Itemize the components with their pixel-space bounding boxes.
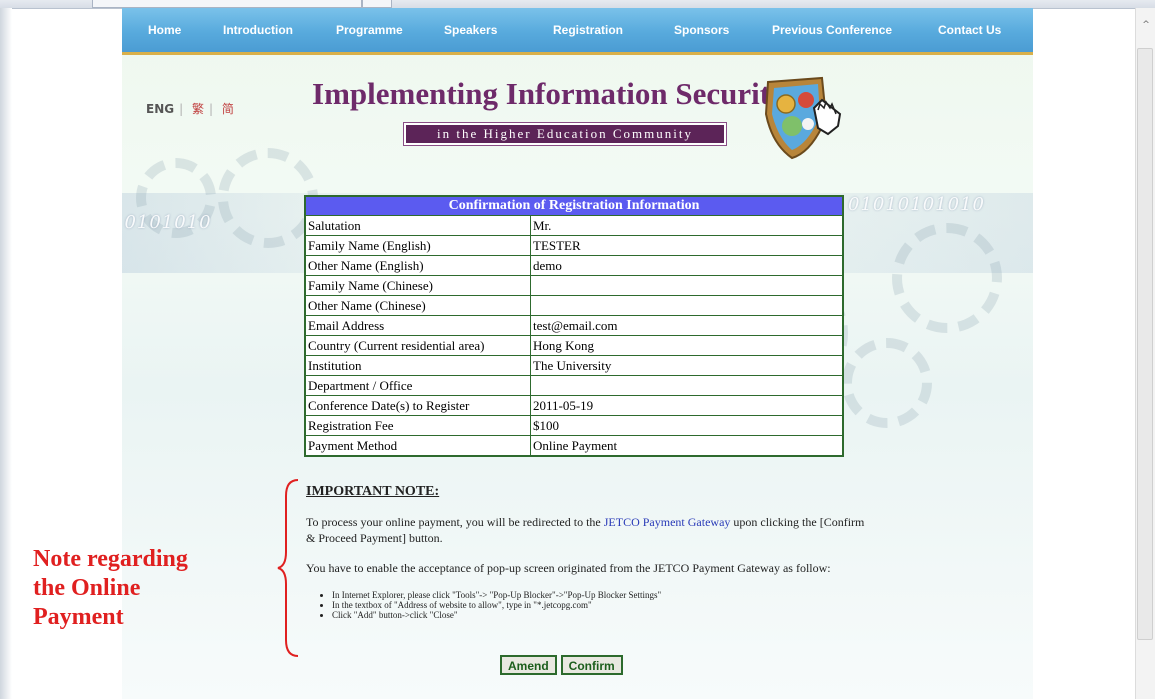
binary-decoration-left: 10101010	[122, 212, 212, 233]
table-row: Family Name (English) TESTER	[304, 235, 844, 256]
annotation-line: the Online	[33, 575, 141, 601]
nav-introduction[interactable]: Introduction	[223, 23, 293, 37]
nav-speakers[interactable]: Speakers	[444, 23, 497, 37]
annotation-callout: Note regarding the Online Payment	[33, 545, 188, 632]
nav-previous-conference[interactable]: Previous Conference	[772, 23, 892, 37]
window-edge	[0, 8, 12, 699]
field-label: Conference Date(s) to Register	[304, 395, 531, 416]
note-paragraph-redirect: To process your online payment, you will…	[306, 514, 866, 546]
registration-confirmation-table: Confirmation of Registration Information…	[304, 195, 844, 457]
list-item: In the textbox of "Address of website to…	[332, 600, 866, 610]
form-actions: Amend Confirm	[500, 655, 623, 675]
field-value: test@email.com	[530, 315, 844, 336]
amend-button[interactable]: Amend	[500, 655, 557, 675]
binary-decoration-right: 01010101010	[848, 194, 985, 215]
field-value: $100	[530, 415, 844, 436]
conference-title: Implementing Information Security	[312, 76, 786, 111]
important-note: IMPORTANT NOTE: To process your online p…	[306, 484, 866, 620]
field-label: Family Name (Chinese)	[304, 275, 531, 296]
nav-sponsors[interactable]: Sponsors	[674, 23, 729, 37]
confirm-button[interactable]: Confirm	[560, 655, 623, 675]
table-row: Department / Office	[304, 375, 844, 396]
table-row: Institution The University	[304, 355, 844, 376]
field-value: 2011-05-19	[530, 395, 844, 416]
gear-decoration-icon	[218, 148, 318, 248]
annotation-line: Note regarding	[33, 546, 188, 572]
field-label: Email Address	[304, 315, 531, 336]
field-label: Registration Fee	[304, 415, 531, 436]
field-label: Family Name (English)	[304, 235, 531, 256]
security-shield-logo-icon	[764, 76, 842, 160]
conference-subtitle: in the Higher Education Community	[404, 123, 726, 145]
table-row: Country (Current residential area) Hong …	[304, 335, 844, 356]
field-label: Other Name (Chinese)	[304, 295, 531, 316]
table-row: Other Name (Chinese)	[304, 295, 844, 316]
browser-tab[interactable]	[92, 0, 362, 8]
table-row: Other Name (English) demo	[304, 255, 844, 276]
field-label: Payment Method	[304, 435, 531, 457]
site-page: 10101010 01010101010 Home Introduction P…	[122, 8, 1033, 699]
field-value: Online Payment	[530, 435, 844, 457]
gear-decoration-icon	[892, 223, 1002, 333]
gear-decoration-icon	[842, 338, 932, 428]
table-row: Email Address test@email.com	[304, 315, 844, 336]
nav-programme[interactable]: Programme	[336, 23, 403, 37]
main-navbar: Home Introduction Programme Speakers Reg…	[122, 8, 1033, 55]
lang-traditional-chinese-link[interactable]: 繁	[192, 102, 204, 116]
language-selector: ENG | 繁 | 简	[146, 100, 239, 117]
vertical-scrollbar[interactable]: ^	[1135, 8, 1155, 699]
nav-registration[interactable]: Registration	[553, 23, 623, 37]
table-row: Salutation Mr.	[304, 215, 844, 236]
field-value: The University	[530, 355, 844, 376]
field-value	[530, 375, 844, 396]
nav-home[interactable]: Home	[148, 23, 181, 37]
field-value: demo	[530, 255, 844, 276]
field-label: Department / Office	[304, 375, 531, 396]
lang-divider: |	[208, 102, 214, 116]
nav-contact-us[interactable]: Contact Us	[938, 23, 1001, 37]
annotation-line: Payment	[33, 604, 124, 630]
field-label: Salutation	[304, 215, 531, 236]
field-label: Institution	[304, 355, 531, 376]
curly-brace-icon	[277, 479, 299, 657]
confirmation-table-heading: Confirmation of Registration Information	[304, 195, 844, 216]
table-row: Registration Fee $100	[304, 415, 844, 436]
field-value: Mr.	[530, 215, 844, 236]
important-note-heading: IMPORTANT NOTE:	[306, 484, 440, 499]
browser-tab[interactable]	[362, 0, 392, 8]
field-value	[530, 275, 844, 296]
table-row: Payment Method Online Payment	[304, 435, 844, 457]
lang-english-link[interactable]: ENG	[146, 102, 174, 116]
table-row: Conference Date(s) to Register 2011-05-1…	[304, 395, 844, 416]
list-item: In Internet Explorer, please click "Tool…	[332, 590, 866, 600]
note-text: To process your online payment, you will…	[306, 515, 604, 529]
note-paragraph-popup: You have to enable the acceptance of pop…	[306, 561, 831, 575]
list-item: Click "Add" button->click "Close"	[332, 610, 866, 620]
jetco-gateway-link[interactable]: JETCO Payment Gateway	[604, 515, 731, 529]
field-label: Country (Current residential area)	[304, 335, 531, 356]
scroll-up-arrow-icon[interactable]: ^	[1141, 20, 1151, 30]
popup-instructions-list: In Internet Explorer, please click "Tool…	[306, 590, 866, 620]
field-label: Other Name (English)	[304, 255, 531, 276]
lang-divider: |	[179, 102, 184, 116]
field-value: TESTER	[530, 235, 844, 256]
scrollbar-thumb[interactable]	[1137, 48, 1153, 640]
lang-simplified-chinese-link[interactable]: 简	[222, 102, 234, 116]
field-value	[530, 295, 844, 316]
field-value: Hong Kong	[530, 335, 844, 356]
table-row: Family Name (Chinese)	[304, 275, 844, 296]
